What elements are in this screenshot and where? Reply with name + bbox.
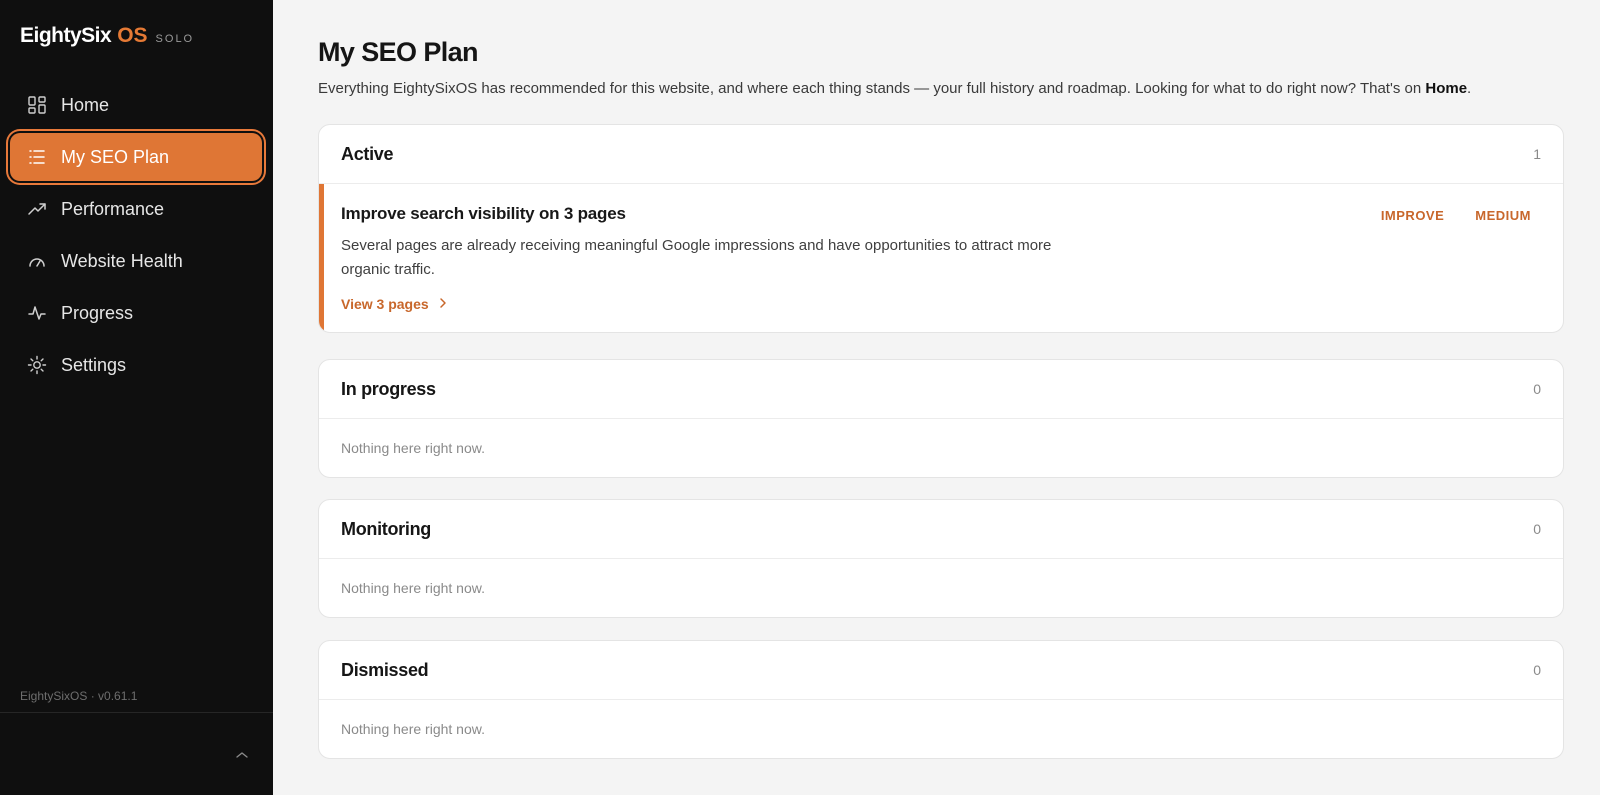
recommendation-title: Improve search visibility on 3 pages xyxy=(341,204,626,223)
list-icon xyxy=(27,147,47,167)
section-dismissed: Dismissed 0 Nothing here right now. xyxy=(318,640,1564,759)
priority-tag: MEDIUM xyxy=(1475,208,1531,223)
sidebar-item-performance[interactable]: Performance xyxy=(10,185,262,233)
gear-icon xyxy=(27,355,47,375)
page-title: My SEO Plan xyxy=(318,37,479,67)
sidebar-item-label: Performance xyxy=(61,198,165,219)
chevron-right-icon xyxy=(439,296,447,312)
empty-state: Nothing here right now. xyxy=(341,721,485,737)
view-pages-link[interactable]: View 3 pages xyxy=(341,296,447,312)
sidebar-item-label: Website Health xyxy=(61,250,183,271)
section-title: Active xyxy=(341,143,394,164)
sidebar-item-home[interactable]: Home xyxy=(10,81,262,129)
subtitle-end: . xyxy=(1467,80,1472,97)
sidebar-item-website-health[interactable]: Website Health xyxy=(10,237,262,285)
section-in-progress: In progress 0 Nothing here right now. xyxy=(318,359,1564,478)
app-version: EightySixOS · v0.61.1 xyxy=(20,689,138,703)
brand-os: OS xyxy=(117,24,148,47)
sidebar: EightySix OS SOLO Home My SEO Plan Perfo… xyxy=(0,0,273,795)
section-count: 1 xyxy=(1533,146,1541,162)
sidebar-item-my-seo-plan[interactable]: My SEO Plan xyxy=(10,133,262,181)
view-pages-label: View 3 pages xyxy=(341,296,429,312)
recommendation-tags: IMPROVE MEDIUM xyxy=(1381,208,1531,223)
sidebar-item-label: Home xyxy=(61,94,110,115)
brand-logo[interactable]: EightySix OS SOLO xyxy=(20,24,194,48)
sidebar-item-settings[interactable]: Settings xyxy=(10,341,262,389)
expand-button[interactable] xyxy=(232,748,252,764)
sidebar-item-label: Settings xyxy=(61,354,127,375)
section-title: Dismissed xyxy=(341,659,429,680)
recommendation-description: Several pages are already receiving mean… xyxy=(341,237,1052,278)
section-monitoring: Monitoring 0 Nothing here right now. xyxy=(318,499,1564,618)
section-header: In progress 0 xyxy=(319,360,1563,419)
sidebar-item-label: My SEO Plan xyxy=(61,146,170,167)
activity-icon xyxy=(27,303,47,323)
brand-tier: SOLO xyxy=(155,33,195,45)
section-title: Monitoring xyxy=(341,518,431,539)
sidebar-nav: Home My SEO Plan Performance Website Hea… xyxy=(10,81,262,393)
home-link[interactable]: Home xyxy=(1425,80,1467,97)
empty-state: Nothing here right now. xyxy=(341,580,485,596)
chevron-up-icon xyxy=(235,747,249,765)
section-count: 0 xyxy=(1533,662,1541,678)
sidebar-item-progress[interactable]: Progress xyxy=(10,289,262,337)
empty-state: Nothing here right now. xyxy=(341,440,485,456)
trending-up-icon xyxy=(27,199,47,219)
section-active: Active 1 Improve search visibility on 3 … xyxy=(318,124,1564,333)
section-header: Monitoring 0 xyxy=(319,500,1563,559)
recommendation-item: Improve search visibility on 3 pages Sev… xyxy=(319,184,1563,332)
sidebar-divider xyxy=(0,712,273,713)
section-title: In progress xyxy=(341,378,436,399)
section-count: 0 xyxy=(1533,521,1541,537)
sidebar-item-label: Progress xyxy=(61,302,134,323)
brand-name: EightySix xyxy=(20,24,112,47)
section-header: Active 1 xyxy=(319,125,1563,184)
section-count: 0 xyxy=(1533,381,1541,397)
section-header: Dismissed 0 xyxy=(319,641,1563,700)
subtitle-text: Everything EightySixOS has recommended f… xyxy=(318,80,1426,97)
grid-icon xyxy=(27,95,47,115)
page-subtitle: Everything EightySixOS has recommended f… xyxy=(318,80,1471,97)
gauge-icon xyxy=(27,251,47,271)
category-tag: IMPROVE xyxy=(1380,208,1445,223)
